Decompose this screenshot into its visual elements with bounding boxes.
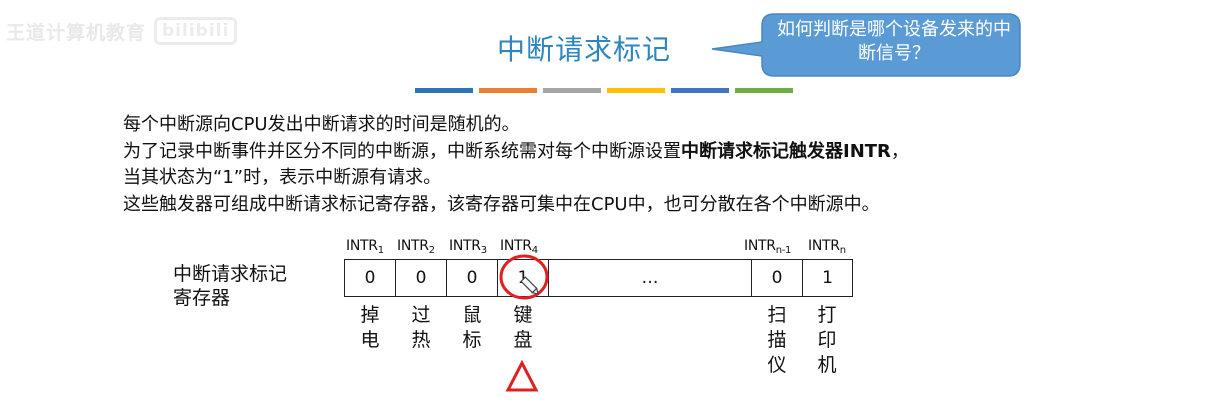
para-line-2-end: ， (890, 140, 909, 162)
body-paragraph: 每个中断源向CPU发出中断请求的时间是随机的。 为了记录中断事件并区分不同的中断… (123, 112, 1163, 218)
device-label: 掉电 (360, 304, 380, 351)
device-label: 鼠标 (462, 304, 482, 351)
intr-label: INTR4 (500, 238, 538, 256)
intr-prefix: INTR (808, 238, 840, 254)
device-label: 打印机 (817, 304, 837, 376)
device-label: 过热 (411, 304, 431, 351)
intr-label: INTR3 (449, 238, 487, 256)
color-divider (415, 88, 793, 93)
intr-subscript: n (839, 245, 846, 256)
intr-label: INTRn (808, 238, 846, 256)
intr-prefix: INTR (744, 238, 776, 254)
delta-triangle-mark (505, 359, 539, 392)
intr-subscript: 4 (531, 245, 538, 256)
divider-bar-yellow (607, 88, 665, 93)
register-cell: 0 (751, 259, 803, 297)
device-label: 键盘 (513, 304, 533, 351)
register-cell: … (548, 259, 752, 297)
register-cell: 1 (497, 259, 549, 297)
intr-label: INTR2 (397, 238, 435, 256)
watermark: 王道计算机教育 bilibili (6, 14, 296, 48)
register-label: 中断请求标记寄存器 (173, 263, 288, 309)
divider-bar-indigo (671, 88, 729, 93)
page-title: 中断请求标记 (497, 33, 672, 66)
intr-prefix: INTR (397, 238, 429, 254)
para-line-1: 每个中断源向CPU发出中断请求的时间是随机的。 (123, 114, 520, 135)
intr-subscript: 1 (377, 245, 384, 256)
intr-subscript: 3 (480, 245, 487, 256)
register-cell: 1 (802, 259, 853, 297)
intr-prefix: INTR (346, 238, 378, 254)
register-cell: 0 (446, 259, 498, 297)
intr-prefix: INTR (500, 238, 532, 254)
para-line-2-emphasis: 中断请求标记触发器INTR (681, 140, 891, 162)
watermark-brand: 王道计算机教育 (6, 21, 147, 44)
intr-label: INTR1 (346, 238, 384, 256)
divider-bar-gray (543, 88, 601, 93)
divider-bar-green (735, 88, 793, 93)
intr-label: INTRn-1 (744, 238, 791, 256)
para-line-2: 为了记录中断事件并区分不同的中断源，中断系统需对每个中断源设置中断请求标记触发器… (123, 139, 1163, 166)
callout-text: 如何判断是哪个设备发来的中断信号？ (777, 19, 1011, 64)
register-cell: 0 (344, 259, 396, 297)
para-line-2-text: 为了记录中断事件并区分不同的中断源，中断系统需对每个中断源设置 (123, 140, 681, 162)
interrupt-register: 0 0 0 1… 0 1 (344, 259, 853, 297)
device-label: 扫描仪 (767, 304, 787, 376)
bilibili-logo-icon: bilibili (154, 17, 238, 45)
intr-subscript: 2 (428, 245, 435, 256)
intr-prefix: INTR (449, 238, 481, 254)
register-cell: 0 (395, 259, 447, 297)
para-line-3: 当其状态为“1”时，表示中断源有请求。 (123, 167, 442, 188)
divider-bar-orange (479, 88, 537, 93)
para-line-4: 这些触发器可组成中断请求标记寄存器，该寄存器可集中在CPU中，也可分散在各个中断… (123, 193, 880, 215)
divider-bar-blue (415, 88, 473, 93)
intr-subscript: n-1 (775, 245, 792, 256)
